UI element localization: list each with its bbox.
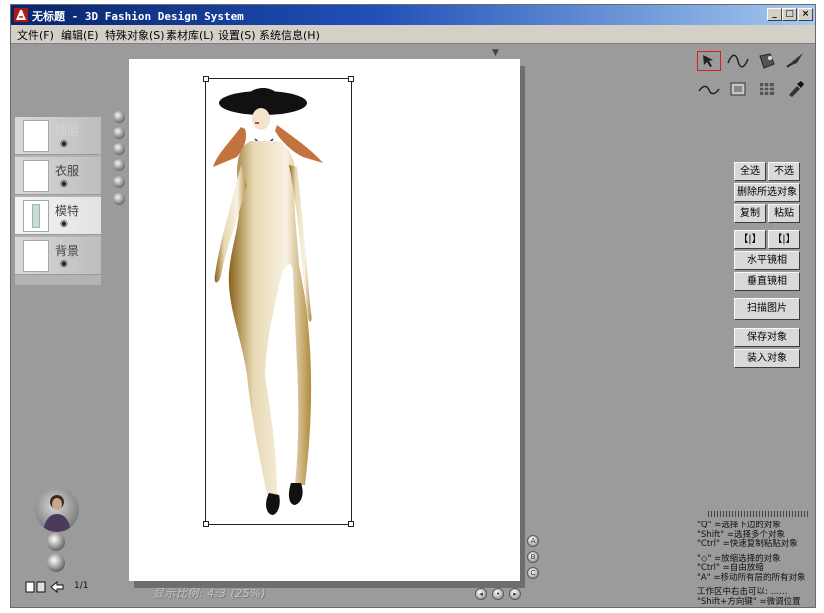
scan-image-button[interactable]: 扫描图片 xyxy=(734,298,800,320)
load-object-button[interactable]: 装入对象 xyxy=(734,349,800,368)
help-line: "Ctrl" =快速复制粘贴对象 xyxy=(697,539,798,549)
layer-option-dot[interactable] xyxy=(113,127,125,139)
layer-row-model[interactable]: 模特 ◉ xyxy=(15,197,101,235)
curve-tool-icon[interactable] xyxy=(726,51,750,71)
layer-thumbnail xyxy=(23,240,49,272)
close-button[interactable]: × xyxy=(798,8,813,21)
grid-tool-icon[interactable] xyxy=(755,79,779,99)
menu-edit[interactable]: 编辑(E) xyxy=(61,27,99,43)
menu-material-library[interactable]: 素材库(L) xyxy=(166,27,214,43)
eyedropper-tool-icon[interactable] xyxy=(783,79,807,99)
mirror-vertical-button[interactable]: 垂直镜相 xyxy=(734,272,800,291)
minimize-button[interactable]: _ xyxy=(767,8,782,21)
eye-icon[interactable]: ◉ xyxy=(60,219,68,229)
layer-option-dot[interactable] xyxy=(113,111,125,123)
nav-home-button[interactable]: • xyxy=(492,588,504,600)
window-title: 无标题 - 3D Fashion Design System xyxy=(32,10,244,23)
nav-dot-b[interactable]: B xyxy=(527,551,539,563)
shortcut-help: "Q" =选择下边的对象 "Shift" =选择多个对象 "Ctrl" =快速复… xyxy=(697,521,815,607)
layer-thumbnail xyxy=(23,120,49,152)
layer-row-background[interactable]: 背景 ◉ xyxy=(15,237,101,275)
layer-option-dot[interactable] xyxy=(113,159,125,171)
avatar[interactable] xyxy=(35,488,79,532)
zoom-scale-label: 显示比例: 4:3 (25%) xyxy=(153,587,266,600)
nav-dot-c[interactable]: C xyxy=(527,567,539,579)
maximize-button[interactable]: □ xyxy=(782,8,797,21)
app-window: 无标题 - 3D Fashion Design System _ □ × 文件(… xyxy=(10,4,816,608)
globe-icon[interactable] xyxy=(47,533,65,551)
screenshot-margin-right xyxy=(816,0,824,613)
help-line: "Shift+方向键" =微调位置 xyxy=(697,596,801,607)
screenshot-margin-left xyxy=(0,0,10,613)
menu-bar: 文件(F) 编辑(E) 特殊对象(S) 素材库(L) 设置(S) 系统信息(H) xyxy=(11,25,815,44)
wave-tool-icon[interactable] xyxy=(697,79,721,99)
menu-special-objects[interactable]: 特殊对象(S) xyxy=(105,27,165,43)
save-object-button[interactable]: 保存对象 xyxy=(734,328,800,347)
copy-button[interactable]: 复制 xyxy=(734,204,766,223)
eye-icon[interactable]: ◉ xyxy=(60,139,68,149)
eye-icon[interactable]: ◉ xyxy=(60,259,68,269)
arrange-button-1[interactable]: 【|】 xyxy=(734,230,766,249)
nav-dot-a[interactable]: A xyxy=(527,535,539,547)
page-indicator: 1/1 xyxy=(74,581,89,591)
layer-option-dot[interactable] xyxy=(113,176,125,188)
chevron-down-icon[interactable]: ▼ xyxy=(492,48,499,58)
resize-handle[interactable] xyxy=(203,521,209,527)
layer-name: 顶层 xyxy=(55,124,80,138)
layer-option-dot[interactable] xyxy=(113,193,125,205)
nav-prev-button[interactable]: ◂ xyxy=(475,588,487,600)
pick-tool-icon[interactable] xyxy=(697,51,721,71)
select-all-button[interactable]: 全选 xyxy=(734,162,766,181)
page-controls xyxy=(25,580,69,594)
app-icon xyxy=(14,8,28,22)
brush-tool-icon[interactable] xyxy=(783,51,807,71)
menu-system-info[interactable]: 系统信息(H) xyxy=(259,27,320,43)
selection-box[interactable] xyxy=(203,76,354,527)
menu-file[interactable]: 文件(F) xyxy=(17,27,54,43)
resize-handle[interactable] xyxy=(348,76,354,82)
layer-name: 模特 xyxy=(55,204,80,218)
delete-selected-button[interactable]: 删除所选对象 xyxy=(734,183,800,202)
layers-panel: 顶层 ◉ 衣服 ◉ 模特 ◉ 背景 ◉ xyxy=(15,117,101,285)
eye-icon[interactable]: ◉ xyxy=(60,179,68,189)
mirror-horizontal-button[interactable]: 水平镜相 xyxy=(734,251,800,270)
paste-button[interactable]: 粘贴 xyxy=(768,204,800,223)
help-line: "A" =移动所有层的所有对象 xyxy=(697,572,806,583)
texture-tool-icon[interactable] xyxy=(726,79,750,99)
design-canvas[interactable] xyxy=(129,59,520,581)
layer-row-top[interactable]: 顶层 ◉ xyxy=(15,117,101,155)
layer-thumbnail xyxy=(23,200,49,232)
resize-handle[interactable] xyxy=(203,76,209,82)
menu-settings[interactable]: 设置(S) xyxy=(218,27,256,43)
layer-row-clothes[interactable]: 衣服 ◉ xyxy=(15,157,101,195)
layer-name: 衣服 xyxy=(55,164,80,178)
layer-thumbnail xyxy=(23,160,49,192)
fill-tool-icon[interactable] xyxy=(755,51,779,71)
layer-name: 背景 xyxy=(55,244,80,258)
help-ruler xyxy=(708,511,808,517)
resize-handle[interactable] xyxy=(348,521,354,527)
globe-icon[interactable] xyxy=(47,554,65,572)
layer-option-dot[interactable] xyxy=(113,143,125,155)
title-bar[interactable]: 无标题 - 3D Fashion Design System _ □ × xyxy=(11,5,815,25)
deselect-button[interactable]: 不选 xyxy=(768,162,800,181)
nav-next-button[interactable]: ▸ xyxy=(509,588,521,600)
arrange-button-2[interactable]: 【|】 xyxy=(768,230,800,249)
